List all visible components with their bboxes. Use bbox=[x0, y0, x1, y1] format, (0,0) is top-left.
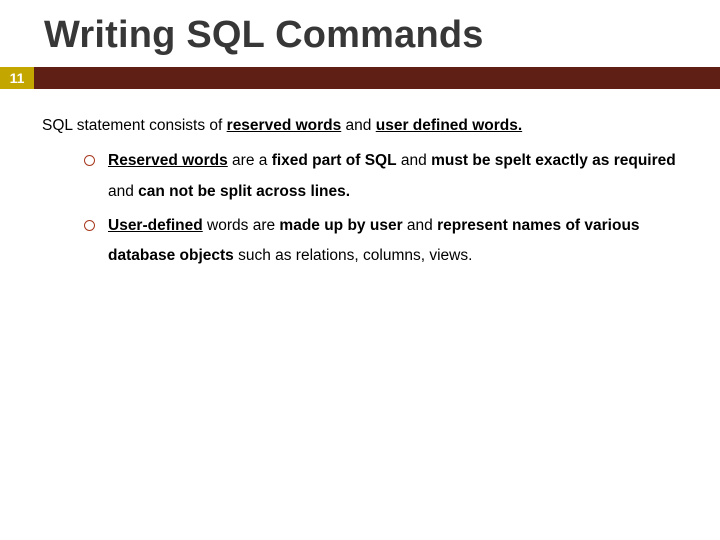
bullet-text: and bbox=[403, 217, 437, 234]
bullet-text: are a bbox=[228, 152, 272, 169]
bullet-text: and bbox=[397, 152, 431, 169]
intro-and: and bbox=[341, 117, 375, 134]
bullet-text: words are bbox=[203, 217, 280, 234]
accent-bar-fill bbox=[34, 67, 720, 89]
bullet-bold: can not be split across lines. bbox=[138, 183, 350, 200]
bullet-bold: fixed part of SQL bbox=[272, 152, 397, 169]
bullet-text: such as relations, columns, views. bbox=[234, 247, 473, 264]
intro-user-defined-words: user defined words. bbox=[376, 117, 522, 134]
intro-text-1: SQL statement consists of bbox=[42, 117, 227, 134]
list-item: Reserved words are a fixed part of SQL a… bbox=[84, 146, 682, 206]
slide-title: Writing SQL Commands bbox=[0, 0, 720, 67]
bullet-lead: Reserved words bbox=[108, 152, 228, 169]
accent-bar: 11 bbox=[0, 67, 720, 89]
list-item: User-defined words are made up by user a… bbox=[84, 211, 682, 271]
bullet-text: and bbox=[108, 183, 138, 200]
bullet-bold: made up by user bbox=[279, 217, 402, 234]
slide-body: SQL statement consists of reserved words… bbox=[0, 89, 720, 271]
intro-reserved-words: reserved words bbox=[227, 117, 342, 134]
bullet-list: Reserved words are a fixed part of SQL a… bbox=[42, 146, 682, 271]
bullet-bold: must be spelt exactly as required bbox=[431, 152, 676, 169]
bullet-lead: User-defined bbox=[108, 217, 203, 234]
slide-number-badge: 11 bbox=[0, 67, 34, 89]
intro-line: SQL statement consists of reserved words… bbox=[42, 111, 682, 140]
